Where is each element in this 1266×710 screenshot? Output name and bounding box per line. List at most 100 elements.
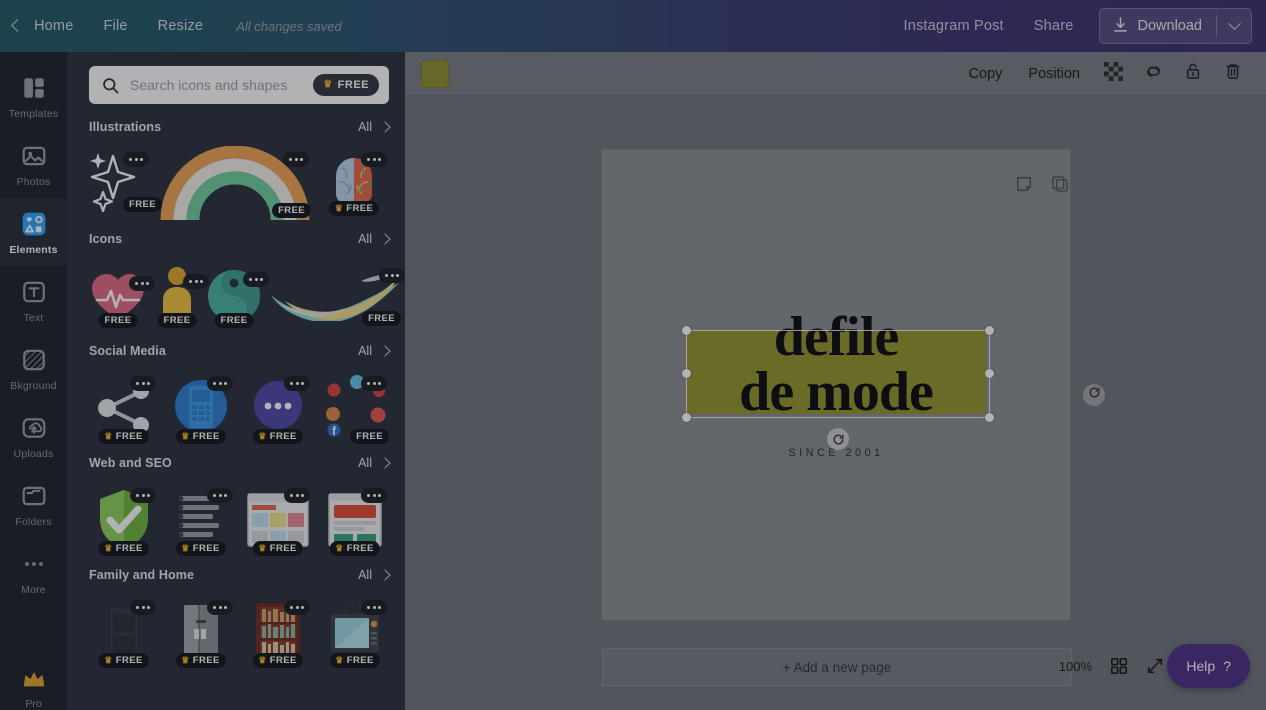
link-button[interactable] <box>1136 58 1170 90</box>
zoom-level-label[interactable]: 100% <box>1059 659 1092 674</box>
element-options-button[interactable] <box>361 376 387 391</box>
free-label: FREE <box>192 543 220 554</box>
element-brush-stroke-icon[interactable]: FREE <box>269 258 405 334</box>
chevron-right-icon <box>379 121 391 133</box>
section-all-link[interactable]: All <box>358 344 391 358</box>
section-all-link[interactable]: All <box>358 568 391 582</box>
element-options-button[interactable] <box>379 268 405 283</box>
duplicate-page-icon[interactable] <box>1050 174 1070 194</box>
element-television-icon[interactable]: ♛ FREE <box>320 594 389 670</box>
element-bookshelf-icon[interactable]: ♛ FREE <box>243 594 312 670</box>
section-all-link[interactable]: All <box>358 232 391 246</box>
file-menu-button[interactable]: File <box>88 0 142 52</box>
sidebar-item-photos[interactable]: Photos <box>0 130 67 198</box>
element-web-banner-icon[interactable]: ♛ FREE <box>320 482 389 558</box>
element-heart-pulse-icon[interactable]: FREE <box>89 258 155 334</box>
element-options-button[interactable] <box>283 152 309 167</box>
element-options-button[interactable] <box>284 600 310 615</box>
crown-icon: ♛ <box>181 543 190 553</box>
element-options-button[interactable] <box>130 376 156 391</box>
document-type-label[interactable]: Instagram Post <box>888 0 1018 52</box>
element-options-button[interactable] <box>183 274 209 289</box>
element-options-button[interactable] <box>243 272 269 287</box>
sidebar-label-pro: Pro <box>25 698 42 710</box>
expand-icon[interactable] <box>1146 657 1164 675</box>
sidebar-label-photos: Photos <box>16 175 51 188</box>
element-options-button[interactable] <box>207 488 233 503</box>
sidebar-label-elements: Elements <box>9 243 58 256</box>
download-options-caret[interactable] <box>1217 9 1251 43</box>
home-button[interactable]: Home <box>0 0 88 52</box>
element-chat-bubble-icon[interactable]: ♛ FREE <box>243 370 312 446</box>
element-options-button[interactable] <box>361 152 387 167</box>
element-options-button[interactable] <box>130 488 156 503</box>
element-share-network-icon[interactable]: ♛ FREE <box>89 370 158 446</box>
resize-handle-top-right[interactable] <box>985 326 994 335</box>
element-home-appliance-icon[interactable]: ♛ FREE <box>89 594 158 670</box>
element-free-tag: ♛ FREE <box>98 653 149 668</box>
color-swatch-button[interactable] <box>421 59 449 88</box>
element-options-button[interactable] <box>207 600 233 615</box>
search-free-label: FREE <box>337 79 369 91</box>
element-options-button[interactable] <box>361 488 387 503</box>
search-box[interactable]: ♛ FREE <box>89 66 389 104</box>
page-notes-icon[interactable] <box>1014 174 1034 194</box>
element-rainbow-illustration[interactable]: FREE <box>159 145 311 222</box>
resize-button[interactable]: Resize <box>143 0 219 52</box>
sidebar-item-templates[interactable]: Templates <box>0 62 67 130</box>
add-new-page-button[interactable]: + Add a new page <box>602 648 1072 686</box>
free-label: FREE <box>346 655 374 666</box>
element-options-button[interactable] <box>129 276 155 291</box>
download-button[interactable]: Download <box>1100 9 1217 43</box>
crown-icon: ♛ <box>334 203 344 213</box>
element-mobile-phone-icon[interactable]: ♛ FREE <box>166 370 235 446</box>
chevron-right-icon <box>379 345 391 357</box>
element-webpage-layout-icon[interactable]: ♛ FREE <box>243 482 312 558</box>
sidebar-item-text[interactable]: Text <box>0 266 67 334</box>
sidebar-item-uploads[interactable]: Uploads <box>0 402 67 470</box>
element-yin-yang-icon[interactable]: FREE <box>207 258 269 334</box>
sidebar-item-more[interactable]: More <box>0 538 67 606</box>
sidebar-item-background[interactable]: Bkground <box>0 334 67 402</box>
chevron-right-icon <box>379 569 391 581</box>
side-rotate-button[interactable] <box>1083 384 1105 406</box>
position-button[interactable]: Position <box>1018 59 1090 89</box>
search-free-badge[interactable]: ♛ FREE <box>313 74 379 96</box>
element-list-lines-icon[interactable]: ♛ FREE <box>166 482 235 558</box>
element-social-dots-icon[interactable]: f FREE <box>320 370 389 446</box>
sidebar-item-folders[interactable]: Folders <box>0 470 67 538</box>
section-header: Web and SEO All <box>89 450 391 476</box>
transparency-button[interactable] <box>1096 58 1130 90</box>
element-options-button[interactable] <box>284 488 310 503</box>
selection-box[interactable] <box>682 326 994 450</box>
section-all-link[interactable]: All <box>358 120 391 134</box>
element-options-button[interactable] <box>207 376 233 391</box>
search-input[interactable] <box>120 76 314 94</box>
resize-handle-bottom-left[interactable] <box>682 413 691 422</box>
delete-button[interactable] <box>1216 58 1250 90</box>
element-brain-illustration[interactable]: ♛ FREE <box>319 146 389 222</box>
section-all-link[interactable]: All <box>358 456 391 470</box>
element-options-button[interactable] <box>284 376 310 391</box>
element-person-icon[interactable]: FREE <box>155 258 209 334</box>
resize-handle-bottom-right[interactable] <box>985 413 994 422</box>
grid-view-icon[interactable] <box>1110 657 1128 675</box>
element-options-button[interactable] <box>123 152 149 167</box>
resize-handle-middle-right[interactable] <box>985 369 994 378</box>
help-button[interactable]: Help ? <box>1167 644 1250 688</box>
resize-handle-middle-left[interactable] <box>682 369 691 378</box>
element-sparkles-illustration[interactable]: FREE <box>89 146 162 222</box>
element-options-button[interactable] <box>130 600 156 615</box>
element-options-button[interactable] <box>361 600 387 615</box>
chevron-right-icon <box>379 233 391 245</box>
element-shield-check-icon[interactable]: ♛ FREE <box>89 482 158 558</box>
resize-handle-top-left[interactable] <box>682 326 691 335</box>
rotate-handle[interactable] <box>827 428 849 450</box>
lock-button[interactable] <box>1176 58 1210 90</box>
sidebar-item-elements[interactable]: Elements <box>0 198 67 266</box>
sidebar-item-pro[interactable]: Pro <box>0 664 67 710</box>
element-refrigerator-icon[interactable]: ♛ FREE <box>166 594 235 670</box>
share-button[interactable]: Share <box>1019 0 1089 52</box>
element-free-tag: ♛ FREE <box>252 541 303 556</box>
copy-button[interactable]: Copy <box>959 59 1013 89</box>
